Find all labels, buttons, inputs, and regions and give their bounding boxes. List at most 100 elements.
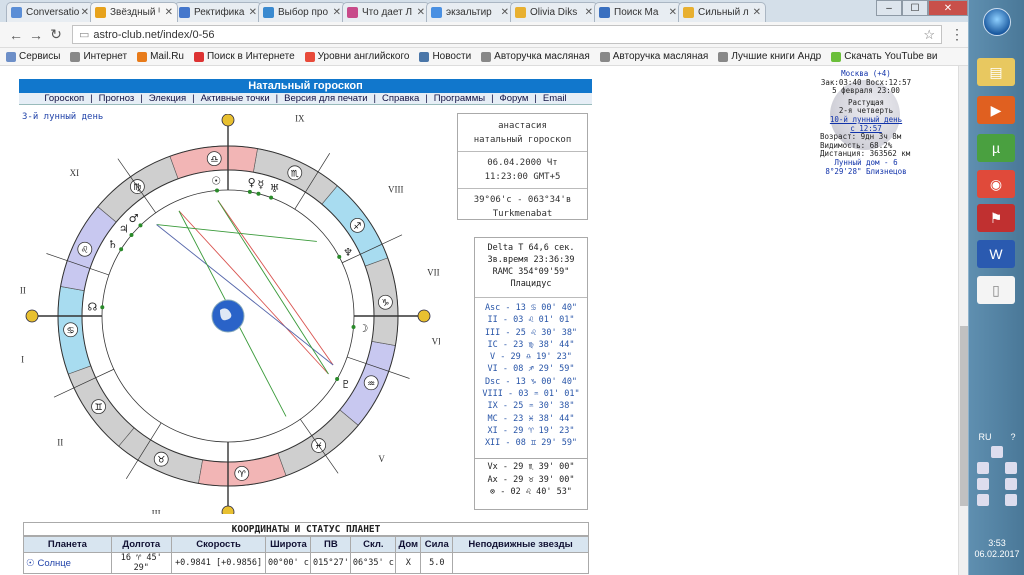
tab-6[interactable]: Olivia Diks ✕ <box>510 2 598 22</box>
ramc: RAMC 354°09'59" <box>492 267 570 277</box>
tab-2[interactable]: Ректифика ✕ <box>174 2 262 22</box>
tab-close-icon[interactable]: ✕ <box>333 7 341 18</box>
window-controls: – ☐ ✕ <box>876 0 968 18</box>
bookmark-icon <box>70 51 81 62</box>
tab-7[interactable]: Поиск Ма ✕ <box>594 2 682 22</box>
zodiac-sign-glyph: ♊ <box>95 403 103 413</box>
tab-1[interactable]: Звёздный ᴵ ✕ <box>90 2 178 22</box>
bookmark-item[interactable]: Уровни английского <box>304 51 409 62</box>
zodiac-sign-glyph: ♌ <box>81 246 89 256</box>
coord-header: Скорость <box>170 536 267 553</box>
nav-link[interactable]: Версия для печати <box>284 93 367 104</box>
tab-close-icon[interactable]: ✕ <box>165 7 173 18</box>
scrollbar-thumb[interactable] <box>960 326 968 506</box>
tab-close-icon[interactable]: ✕ <box>753 7 761 18</box>
language-indicator[interactable]: RU <box>978 432 991 442</box>
coord-header: Долгота <box>110 536 172 553</box>
coord-header: Неподвижные звезды <box>452 536 589 553</box>
tab-title: Выбор про <box>278 7 329 18</box>
network-icon[interactable] <box>977 478 989 490</box>
info-coords: 39°06'с - 063°34'в <box>458 188 587 207</box>
house-number: VIII <box>388 185 404 195</box>
tab-8[interactable]: Сильный л ✕ <box>678 2 766 22</box>
tab-title: Звёздный ᴵ <box>110 7 160 18</box>
planet-dot <box>351 324 356 329</box>
tab-close-icon[interactable]: ✕ <box>249 7 257 18</box>
bookmark-star-icon[interactable]: ☆ <box>923 27 935 43</box>
bookmark-item[interactable]: Авторучка масляная <box>599 51 708 62</box>
planet-name: Солнце <box>37 557 71 569</box>
utorrent-icon[interactable]: µ <box>977 134 1015 162</box>
vertical-scrollbar[interactable] <box>958 66 968 575</box>
battery-icon[interactable] <box>977 494 989 506</box>
angle-marker-icon <box>221 505 235 514</box>
clock[interactable]: 3:53 06.02.2017 <box>969 538 1024 560</box>
bookmark-item[interactable]: Новости <box>419 51 471 62</box>
explorer-icon[interactable]: ▤ <box>977 58 1015 86</box>
signal-icon[interactable] <box>1005 494 1017 506</box>
nav-link[interactable]: Прогноз <box>99 93 135 104</box>
chrome-icon[interactable]: ◉ <box>977 170 1015 198</box>
zodiac-sign-glyph: ♏ <box>291 169 299 179</box>
acrobat-icon[interactable]: ⚑ <box>977 204 1015 232</box>
zodiac-sign-glyph: ♍ <box>133 183 141 193</box>
bookmark-item[interactable]: Лучшие книги Андр <box>718 51 821 62</box>
zodiac-sign-glyph: ♑ <box>381 299 389 309</box>
forward-arrow-icon[interactable]: → <box>26 27 46 43</box>
nav-link[interactable]: Гороскоп <box>44 93 84 104</box>
zodiac-sign-glyph: ♒ <box>367 379 375 389</box>
start-button-icon[interactable] <box>983 8 1011 36</box>
planet-dot <box>335 377 340 381</box>
bookmark-item[interactable]: Скачать YouTube ви <box>831 51 938 62</box>
volume-icon[interactable] <box>1005 478 1017 490</box>
menu-icon[interactable]: ⋮ <box>950 26 964 43</box>
nav-link[interactable]: Форум <box>500 93 529 104</box>
bookmark-item[interactable]: Интернет <box>70 51 127 62</box>
media-player-icon[interactable]: ▶ <box>977 96 1015 124</box>
tab-close-icon[interactable]: ✕ <box>81 7 89 18</box>
url-input[interactable]: ▭ astro-club.net/index/0-56 ☆ <box>72 25 942 44</box>
minimize-button[interactable]: – <box>876 0 902 16</box>
close-window-button[interactable]: ✕ <box>928 0 968 16</box>
coordinates-body: ☉ Солнце 16 ♈ 45' 29" +0.9841 [+0.9856] 00°0… <box>23 552 589 574</box>
planet-cell[interactable]: ☉ Солнце <box>23 552 112 574</box>
word-icon[interactable]: W <box>977 240 1015 268</box>
tab-5[interactable]: экзальтир ✕ <box>426 2 514 22</box>
bookmark-item[interactable]: Поиск в Интернете <box>193 51 295 62</box>
tab-3[interactable]: Выбор про ✕ <box>258 2 346 22</box>
planet-glyph-icon: ♅ <box>270 182 280 195</box>
bookmark-item[interactable]: Авторучка масляная <box>481 51 590 62</box>
reload-icon[interactable]: ↻ <box>46 26 66 43</box>
maximize-button[interactable]: ☐ <box>902 0 928 16</box>
tray-arrow-icon[interactable] <box>991 446 1003 458</box>
nav-link[interactable]: Активные точки <box>201 93 270 104</box>
back-arrow-icon[interactable]: ← <box>6 27 26 43</box>
blank-document-icon[interactable]: ▯ <box>977 276 1015 304</box>
tab-4[interactable]: Что дает Л ✕ <box>342 2 430 22</box>
tab-close-icon[interactable]: ✕ <box>501 7 509 18</box>
vertex-row: ⊗ - 02 ♌ 40' 53" <box>490 487 572 497</box>
url-text: astro-club.net/index/0-56 <box>93 28 215 41</box>
bookmark-icon <box>419 51 430 62</box>
tab-favicon-icon <box>683 7 694 18</box>
nav-separator: | <box>90 93 93 104</box>
bookmark-item[interactable]: Сервисы <box>6 51 60 62</box>
tab-favicon-icon <box>11 7 22 18</box>
tab-favicon-icon <box>347 7 358 18</box>
planet-dot <box>215 188 220 193</box>
tab-close-icon[interactable]: ✕ <box>669 7 677 18</box>
cusp-row: IX - 25 ♒ 30' 38" <box>487 401 575 412</box>
tab-close-icon[interactable]: ✕ <box>585 7 593 18</box>
nav-link[interactable]: Элекция <box>149 93 186 104</box>
nav-link[interactable]: Справка <box>382 93 419 104</box>
flag-icon[interactable] <box>977 462 989 474</box>
house-number: IX <box>295 114 305 124</box>
help-icon[interactable]: ? <box>1010 432 1015 442</box>
tab-0[interactable]: Conversatio ✕ <box>6 2 94 22</box>
tab-close-icon[interactable]: ✕ <box>417 7 425 18</box>
bookmark-item[interactable]: Mail.Ru <box>137 51 184 62</box>
nav-link[interactable]: Email <box>543 93 567 104</box>
nav-link[interactable]: Программы <box>434 93 485 104</box>
shield-icon[interactable] <box>1005 462 1017 474</box>
planet-dot <box>100 305 105 310</box>
